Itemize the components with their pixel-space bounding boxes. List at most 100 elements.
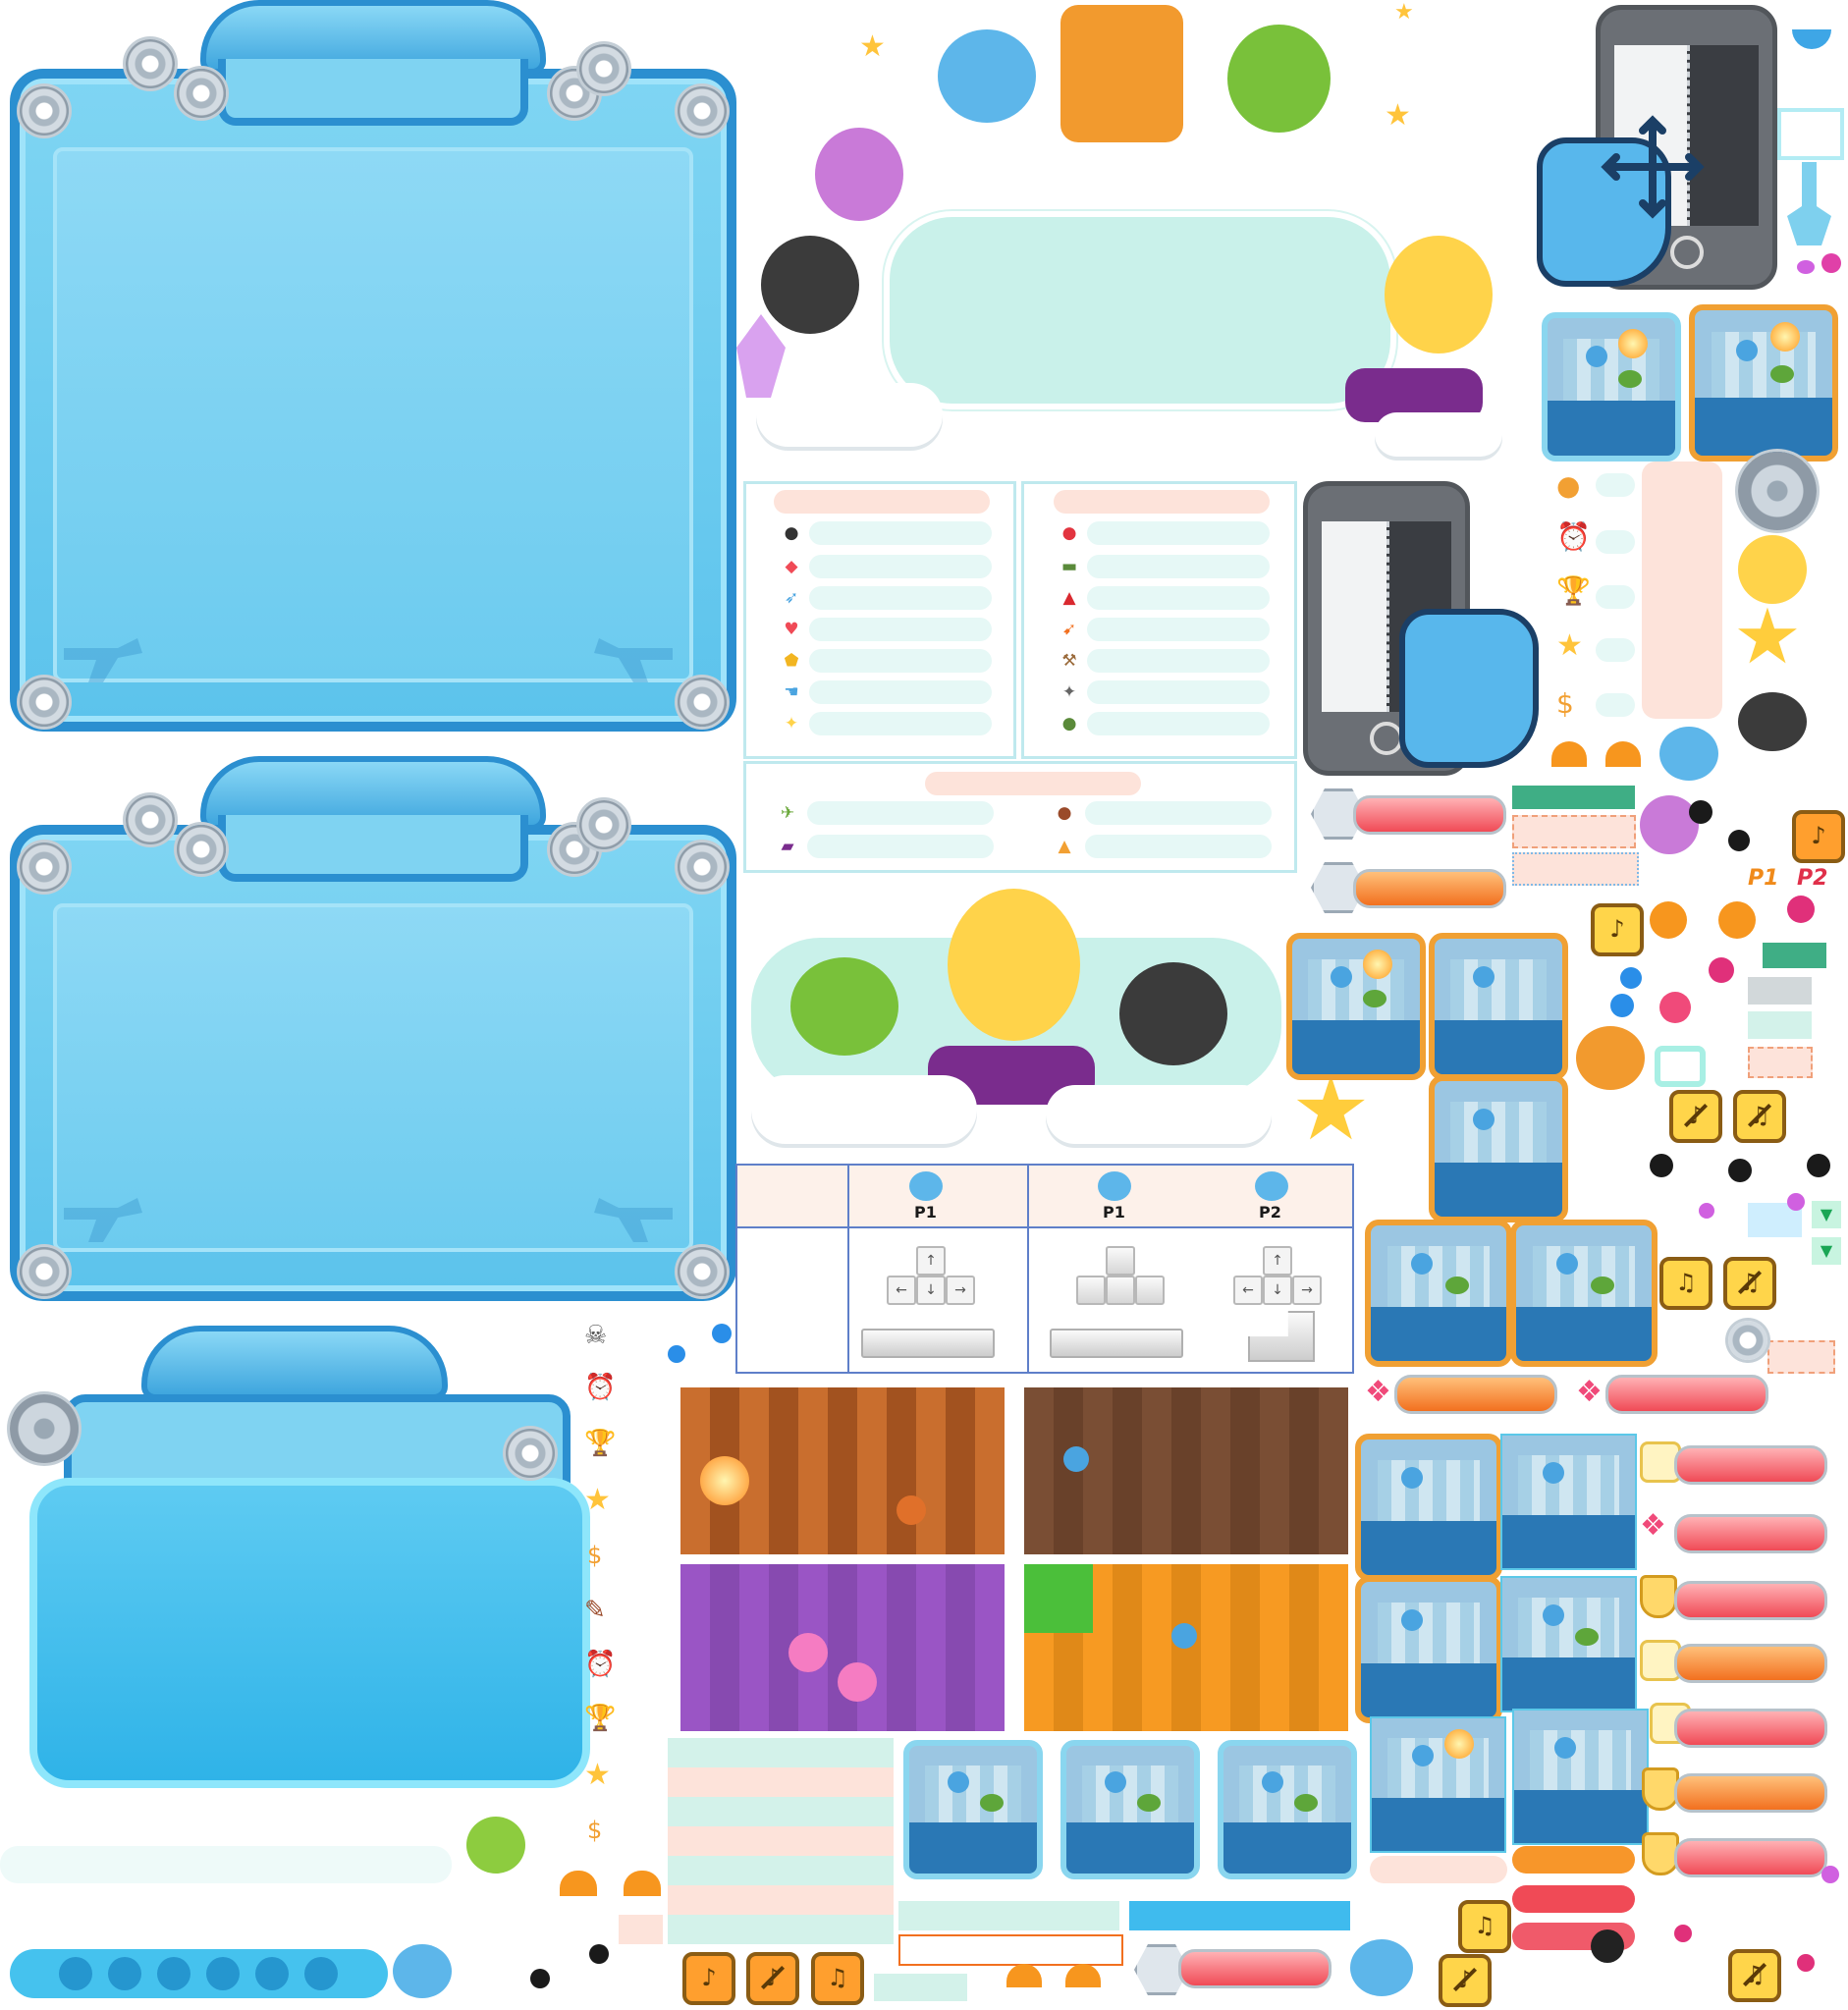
player-figure [1063,1446,1089,1472]
cloud-strip [0,1846,452,1883]
owl-mount-icon: ● [1057,803,1072,823]
arrow-key-down: ↓ [1263,1276,1292,1305]
item-row [1087,712,1270,735]
dashed-peach-box [1512,815,1636,848]
map-thumbnail[interactable] [1429,933,1568,1080]
level-screenshot-desert[interactable] [1021,1385,1351,1557]
map-thumbnail[interactable] [1500,1434,1637,1570]
slot-dot [157,1957,190,1990]
cloud [1046,1085,1272,1144]
green-robot-character [1227,25,1331,133]
music-off-button[interactable]: ♫ [1733,1090,1786,1143]
fire-potion-icon: ◆ [785,557,798,576]
sound-on-button[interactable]: ♪ [682,1952,735,2005]
sound-off-button[interactable]: ♪ [1669,1090,1722,1143]
black-robot-character [761,236,859,334]
map-thumbnail[interactable] [903,1740,1043,1879]
item-row [807,835,994,858]
item-row [809,712,992,735]
alarm-clock-icon: ⏰ [584,1650,617,1679]
red-balloon-icon: ● [1061,523,1077,543]
map-thumbnail[interactable] [1370,1716,1506,1853]
map-thumbnail[interactable] [1429,1075,1568,1222]
player-2-label: P2 [1259,1203,1281,1222]
slot-dot [255,1957,289,1990]
sound-on-button[interactable]: ♪ [1591,903,1644,956]
sound-on-button[interactable]: ♪ [1792,810,1845,863]
map-thumbnail[interactable] [1365,1220,1512,1367]
frame-title-tab [218,59,528,126]
gear-icon [678,86,727,136]
ray-gun-icon [594,1198,673,1242]
dropdown-arrow-button[interactable]: ▼ [1812,1201,1841,1228]
level-screenshot-basketball[interactable] [678,1385,1007,1557]
card-header-pill [774,490,990,514]
mint-outline-box [1655,1046,1706,1087]
key-blank [1106,1246,1135,1276]
music-button[interactable]: ♫ [1659,1257,1712,1310]
black-dot [1650,1154,1673,1177]
health-bar-orange [1674,1773,1827,1813]
skull-icon: ☠ [584,1321,608,1350]
fox-mount-icon: ▲ [1058,837,1071,856]
orange-half-dot [1551,741,1587,767]
green-robot-character [790,957,898,1056]
black-dot [589,1944,609,1964]
peach-pill [1370,1856,1507,1883]
ray-gun-icon [64,638,142,682]
shield-icon [1640,1575,1677,1618]
key-blank [1106,1276,1135,1305]
map-thumbnail-selected[interactable] [1689,304,1838,462]
robot-head-blue [393,1944,452,1998]
slot-dot [206,1957,240,1990]
map-thumbnail[interactable] [1355,1576,1502,1723]
grenade-icon: ● [1061,714,1077,733]
blue-frame-panel-large-1 [10,0,736,732]
level-screenshot-purple[interactable] [678,1561,1007,1734]
music-off-button[interactable]: ♫ [1728,1949,1781,2002]
blue-bar [1129,1901,1350,1930]
map-thumbnail[interactable] [1512,1709,1649,1845]
map-thumbnail[interactable] [1500,1576,1637,1712]
level-screenshot-orange[interactable] [1021,1561,1351,1734]
item-row [809,521,992,545]
map-thumbnail[interactable] [1355,1434,1502,1581]
item-row [1087,586,1270,610]
sound-off-button[interactable]: ♪ [1439,1954,1492,2007]
map-thumbnail[interactable] [1060,1740,1200,1879]
space-key [861,1329,995,1358]
health-bar-red [1353,795,1506,835]
black-dot [1728,1159,1752,1182]
glove-icon: ☚ [784,682,799,702]
music-button[interactable]: ♫ [811,1952,864,2005]
music-button[interactable]: ♫ [1458,1900,1511,1953]
pink-nurse-character [815,128,903,221]
map-thumbnail[interactable] [1218,1740,1357,1879]
grey-swatch [1748,977,1812,1005]
magenta-dot [1821,1866,1839,1883]
green-swatch [1763,943,1826,968]
cloud [756,383,943,447]
pink-tree [788,1633,828,1672]
shuriken-icon: ✦ [1061,682,1077,702]
slot-dot [59,1957,92,1990]
item-row [1085,801,1272,825]
map-thumbnail[interactable] [1542,312,1681,462]
gear-icon [20,1247,69,1296]
health-bar-orange [1674,1644,1827,1683]
map-thumbnail[interactable] [1286,933,1426,1080]
frame-crest [141,1326,448,1400]
gear-icon [177,825,226,874]
music-off-button[interactable]: ♫ [1723,1257,1776,1310]
settings-gear-icon[interactable] [1738,452,1817,530]
player-1-tag: P1 [1748,866,1779,891]
peach-box [1512,852,1639,886]
sound-off-button[interactable]: ♪ [746,1952,799,2005]
item-row [807,801,994,825]
gear-icon [678,1247,727,1296]
peach-rect [619,1915,663,1944]
map-thumbnail[interactable] [1510,1220,1658,1367]
dropdown-arrow-button[interactable]: ▼ [1812,1237,1841,1265]
dashed-peach-box [1767,1340,1835,1374]
pink-dot [1787,896,1815,923]
